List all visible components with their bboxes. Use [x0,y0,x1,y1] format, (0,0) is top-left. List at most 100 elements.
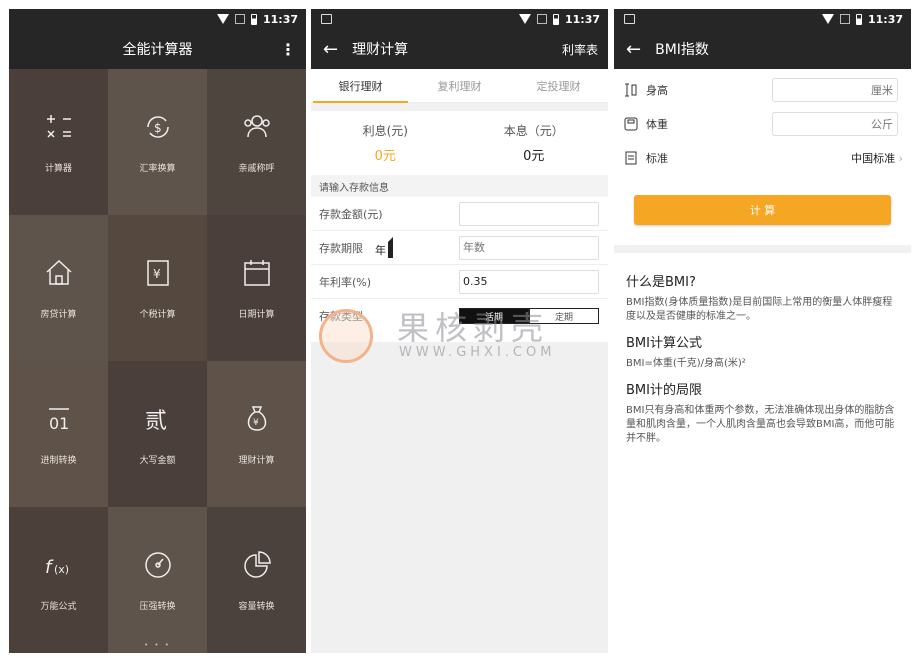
type-option-demand[interactable]: 活期 [459,308,529,324]
status-time: 11:37 [867,12,903,26]
svg-text:¥: ¥ [253,418,259,428]
status-bar: 11:37 [9,9,306,29]
tool-tile[interactable]: 容量转换 [207,507,306,653]
page-indicator: • • • [144,641,171,649]
tool-tile[interactable]: ¥ 理财计算 [207,361,306,507]
formula-icon: f (x) [45,557,69,578]
wifi-icon [518,14,531,24]
tool-tile-label: 万能公式 [40,601,77,612]
tool-tile[interactable]: $ 汇率换算 [108,69,207,215]
standard-row[interactable]: 标准 中国标准 › [614,141,911,175]
tool-tile-label: 大写金额 [139,455,176,466]
no-signal-icon [839,14,850,24]
chevron-right-icon: › [898,152,903,165]
tool-tile-label: 日期计算 [238,309,275,320]
divider [614,245,911,253]
image-notification-icon [624,14,635,24]
term-row: 存款期限 年 [311,231,608,265]
pie-icon [243,550,271,578]
standard-icon [625,151,637,165]
house-icon [45,259,72,285]
info-text-limits: BMI只有身高和体重两个参数，无法准确体现出身体的脂肪含量和肌肉含量，一个人肌肉… [626,405,895,444]
page-title: 理财计算 [352,42,409,58]
rate-input[interactable] [459,269,599,294]
term-input[interactable] [459,235,599,260]
tab-bank[interactable]: 银行理财 [311,69,410,103]
tax-icon: ¥ [146,259,169,286]
scale-icon [624,117,638,131]
tool-tile-label: 计算器 [44,163,72,174]
tool-tile[interactable]: 压强转换 [108,507,207,653]
weight-row: 体重 [614,107,911,141]
info-text-what: BMI指数(身体质量指数)是目前国际上常用的衡量人体胖瘦程度以及是否健康的标准之… [626,297,893,322]
info-heading-what: 什么是BMI? [626,275,696,290]
tool-tile-label: 理财计算 [238,455,275,466]
svg-text:f: f [45,557,54,578]
calculate-button[interactable]: 计 算 [634,195,891,225]
app-bar: 全能计算器 ⋮ [9,29,306,69]
no-signal-icon [536,14,547,24]
app-bar: ← BMI指数 [614,29,911,69]
tool-tile-label: 进制转换 [40,455,77,466]
info-text-formula: BMI=体重(千克)/身高(米)² [626,358,746,369]
gauge-icon [144,551,171,578]
height-label: 身高 [646,84,668,97]
tool-tile[interactable]: 亲戚称呼 [207,69,306,215]
page-title: 全能计算器 [122,42,193,58]
tab-compound[interactable]: 复利理财 [410,69,509,102]
total-label: 本息（元） [503,124,564,138]
empty-area [311,342,608,653]
type-row: 存款类型 活期 定期 [311,299,608,333]
interest-value: 0元 [374,149,396,164]
currency-exchange-icon: $ [146,115,169,138]
total-value: 0元 [523,149,545,164]
back-arrow-icon[interactable]: ← [626,39,641,60]
wifi-icon [216,14,229,24]
weight-input[interactable] [772,112,898,136]
tool-tile[interactable]: f (x) 万能公式 [9,507,108,653]
term-label: 存款期限 [319,241,363,255]
amount-input[interactable] [459,201,599,226]
calendar-icon [243,259,270,286]
tab-periodic[interactable]: 定投理财 [509,69,608,102]
amount-label: 存款金额(元) [319,207,383,221]
tool-tile[interactable]: 贰大写金额 [108,361,207,507]
tool-tile-label: 房贷计算 [40,309,77,320]
section-header: 请输入存款信息 [311,175,608,197]
finance-tabs: 银行理财 复利理财 定投理财 [311,69,608,103]
uppercase-amount-icon: 贰 [145,409,167,434]
type-option-fixed[interactable]: 定期 [529,308,599,324]
tool-tile[interactable]: 01 进制转换 [9,361,108,507]
calculator-icon [46,114,71,138]
divider [311,103,608,111]
tool-tile[interactable]: 房贷计算 [9,215,108,361]
tool-tile[interactable]: ¥ 个税计算 [108,215,207,361]
tool-tile[interactable]: 日期计算 [207,215,306,361]
tool-grid: 计算器 $ 汇率换算 亲戚称呼房贷计算 ¥ 个税计算 日期计算 01 进制转换 贰大写金额 ¥ 理财计… [9,69,306,653]
svg-text:$: $ [154,121,162,135]
term-unit-select[interactable]: 年 [375,237,393,258]
back-arrow-icon[interactable]: ← [323,39,338,60]
total-result: 本息（元） 0元 [460,122,609,164]
info-heading-limits: BMI计的局限 [626,383,702,398]
app-bar: ← 理财计算 利率表 [311,29,608,69]
svg-text:¥: ¥ [153,267,161,281]
height-icon [625,83,637,97]
page-title: BMI指数 [655,42,709,58]
height-input[interactable] [772,78,898,102]
svg-text:贰: 贰 [145,409,167,434]
calculator-home-screen: 11:37 全能计算器 ⋮ 计算器 $ 汇率换算 亲戚称呼房贷计算 ¥ 个税计算 日期计算 0… [9,9,306,653]
rate-table-link[interactable]: 利率表 [562,41,598,58]
bmi-info: 什么是BMI? BMI指数(身体质量指数)是目前国际上常用的衡量人体胖瘦程度以及… [614,253,911,456]
base-convert-icon: 01 [48,407,69,433]
people-icon [243,114,270,137]
money-bag-icon: ¥ [247,405,266,431]
height-row: 身高 [614,73,911,107]
status-bar: 11:37 [614,9,911,29]
more-menu-icon[interactable]: ⋮ [280,40,296,59]
tool-tile-label: 个税计算 [139,309,176,320]
interest-result: 利息(元) 0元 [311,122,460,164]
image-notification-icon [321,14,332,24]
wifi-icon [821,14,834,24]
tool-tile[interactable]: 计算器 [9,69,108,215]
